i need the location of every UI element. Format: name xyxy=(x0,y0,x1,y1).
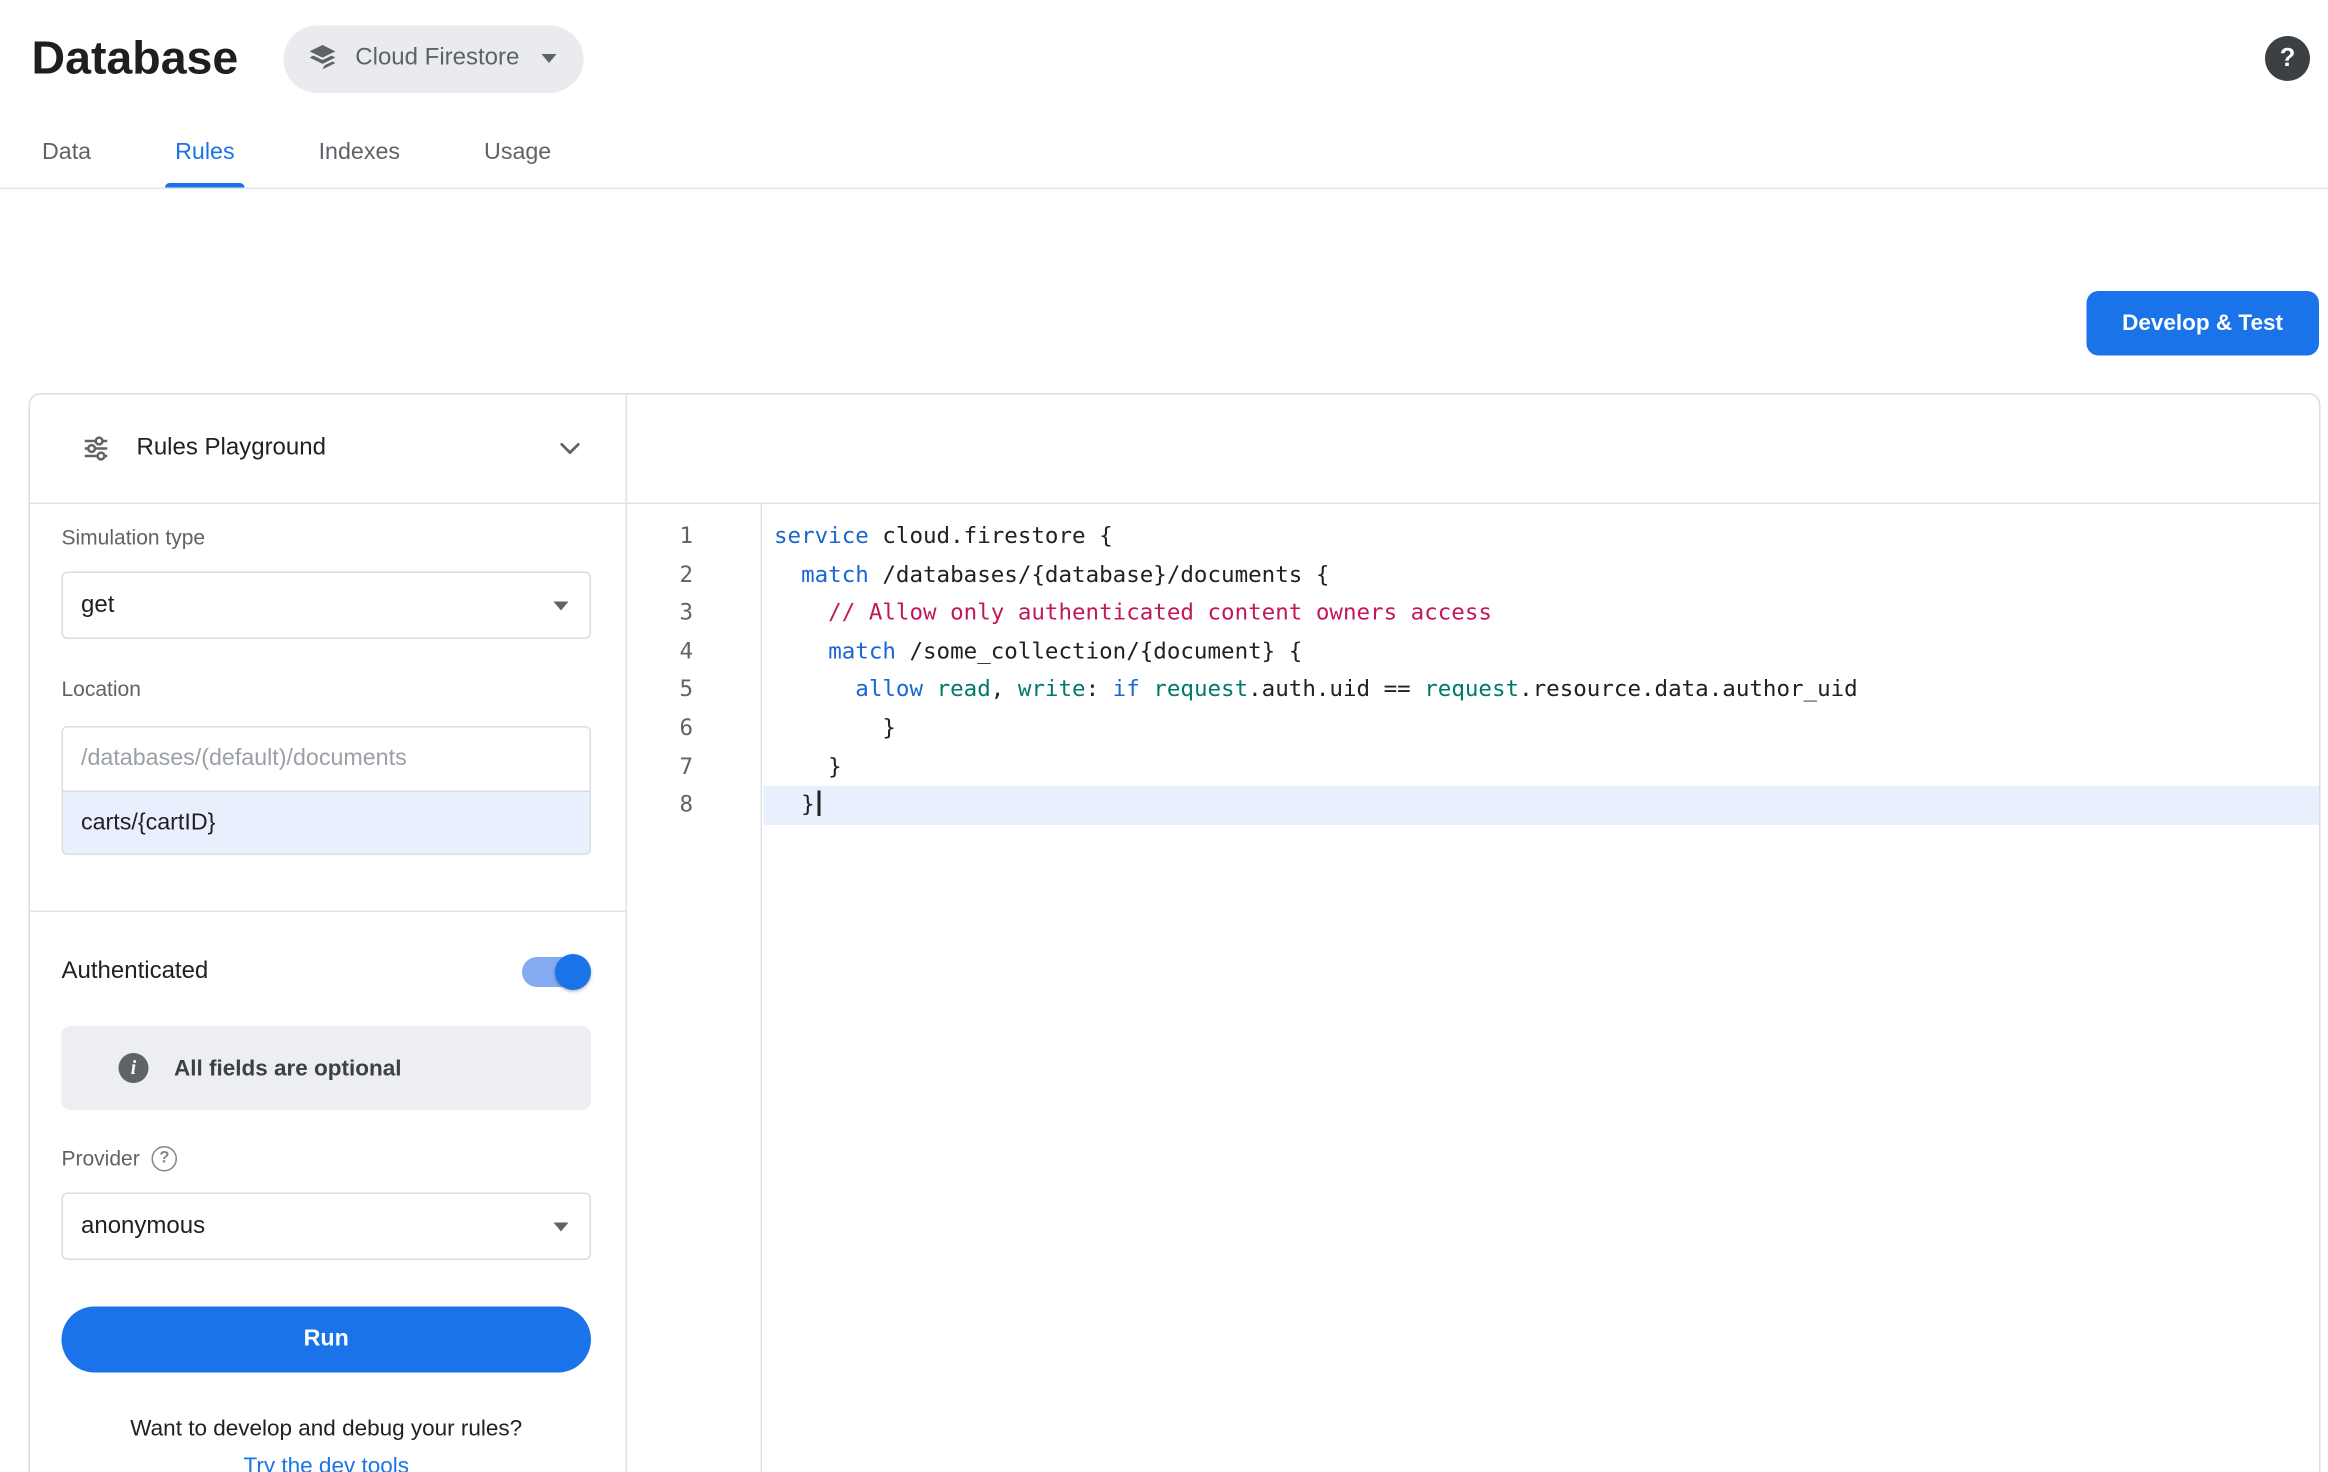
code-line[interactable]: match /databases/{database}/documents { xyxy=(764,556,2320,594)
chevron-down-icon xyxy=(554,1222,569,1231)
editor-code[interactable]: service cloud.firestore { match /databas… xyxy=(764,504,2320,825)
location-path-input[interactable] xyxy=(81,809,572,836)
dev-tools-link-wrap: Try the dev tools xyxy=(62,1454,592,1472)
collapse-panel-button[interactable] xyxy=(554,432,587,465)
line-number: 5 xyxy=(627,671,693,709)
provider-value: anonymous xyxy=(81,1213,205,1240)
simulation-type-select[interactable]: get xyxy=(62,572,592,640)
authenticated-label: Authenticated xyxy=(62,959,209,986)
page-title: Database xyxy=(32,32,239,86)
help-button[interactable]: ? xyxy=(2265,36,2310,81)
tab-label: Rules xyxy=(175,139,234,166)
tab-rules[interactable]: Rules xyxy=(165,117,245,188)
toggle-thumb xyxy=(555,954,591,990)
location-prefix-input[interactable] xyxy=(81,746,572,773)
code-line[interactable]: match /some_collection/{document} { xyxy=(764,633,2320,671)
firebase-console-page: Database Cloud Firestore ? Dat xyxy=(0,0,2328,1472)
tab-indexes[interactable]: Indexes xyxy=(308,117,410,188)
simulation-type-label: Simulation type xyxy=(62,525,592,551)
simulation-type-value: get xyxy=(81,592,114,619)
product-selector-label: Cloud Firestore xyxy=(355,45,519,72)
location-prefix-row xyxy=(63,728,590,791)
editor-gutter: 12345678 xyxy=(627,504,762,1472)
location-label: Location xyxy=(62,677,592,703)
location-input-group xyxy=(62,726,592,855)
line-number: 8 xyxy=(627,786,693,824)
line-number: 3 xyxy=(627,594,693,632)
info-banner: i All fields are optional xyxy=(62,1026,592,1110)
dev-tools-question: Want to develop and debug your rules? xyxy=(62,1416,592,1443)
panel-divider xyxy=(30,911,626,913)
rules-playground-title: Rules Playground xyxy=(137,435,326,462)
tab-data[interactable]: Data xyxy=(32,117,102,188)
authenticated-row: Authenticated xyxy=(62,954,592,990)
run-button[interactable]: Run xyxy=(62,1307,592,1373)
info-icon: i xyxy=(119,1053,149,1083)
text-cursor xyxy=(818,791,821,817)
authenticated-toggle[interactable] xyxy=(519,954,591,990)
code-line[interactable]: } xyxy=(764,709,2320,747)
tab-label: Usage xyxy=(484,139,551,166)
try-dev-tools-link[interactable]: Try the dev tools xyxy=(243,1454,408,1472)
actions-row: Develop & Test xyxy=(0,189,2328,356)
firestore-icon xyxy=(306,42,339,75)
provider-select[interactable]: anonymous xyxy=(62,1193,592,1261)
tab-usage[interactable]: Usage xyxy=(474,117,562,188)
provider-label: Provider xyxy=(62,1145,140,1171)
code-line[interactable]: } xyxy=(764,786,2320,824)
line-number: 2 xyxy=(627,556,693,594)
rules-playground-panel: Simulation type get Location xyxy=(30,504,627,1472)
editor-toolbar xyxy=(627,395,2319,505)
line-number: 4 xyxy=(627,633,693,671)
tab-label: Data xyxy=(42,139,91,166)
product-selector-chip[interactable]: Cloud Firestore xyxy=(283,25,584,93)
code-line[interactable]: // Allow only authenticated content owne… xyxy=(764,594,2320,632)
rules-editor: 12345678 service cloud.firestore { match… xyxy=(627,504,2319,1472)
develop-test-button[interactable]: Develop & Test xyxy=(2086,291,2319,356)
chevron-down-icon xyxy=(554,601,569,610)
line-number: 6 xyxy=(627,709,693,747)
rules-card: Rules Playground Simulation type get xyxy=(29,393,2321,1472)
code-line[interactable]: service cloud.firestore { xyxy=(764,518,2320,556)
location-value-row xyxy=(63,791,590,854)
tab-bar: Data Rules Indexes Usage xyxy=(0,117,2328,189)
provider-row: Provider ? xyxy=(62,1145,592,1172)
provider-help-icon[interactable]: ? xyxy=(152,1145,178,1171)
topbar: Database Cloud Firestore ? xyxy=(0,0,2328,117)
tab-label: Indexes xyxy=(319,139,400,166)
line-number: 1 xyxy=(627,518,693,556)
rules-playground-header[interactable]: Rules Playground xyxy=(30,395,627,505)
code-line[interactable]: } xyxy=(764,748,2320,786)
code-line[interactable]: allow read, write: if request.auth.uid =… xyxy=(764,671,2320,709)
chevron-down-icon xyxy=(542,54,557,63)
info-banner-text: All fields are optional xyxy=(174,1055,402,1081)
line-number: 7 xyxy=(627,748,693,786)
tune-icon xyxy=(81,434,111,464)
